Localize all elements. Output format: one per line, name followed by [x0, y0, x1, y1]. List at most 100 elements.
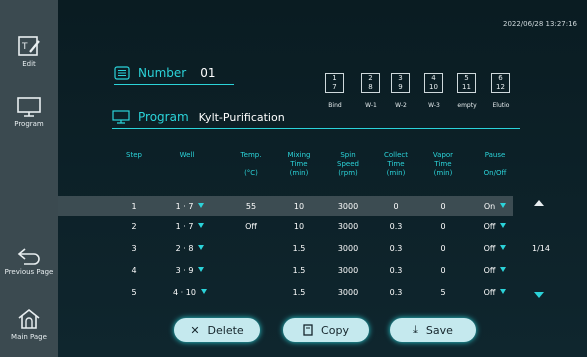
well-value: 2 · 8: [175, 244, 194, 253]
cell-step: 3: [131, 244, 137, 253]
well-label: W-2: [395, 102, 407, 109]
header-mixing-time: Mixing Time (min): [281, 151, 317, 178]
cell-pause[interactable]: Off: [472, 266, 518, 275]
cell-well[interactable]: 4 · 10: [160, 288, 220, 297]
well-label: Bind: [328, 102, 342, 109]
pause-value: Off: [483, 266, 496, 275]
datetime: 2022/06/28 13:27:16: [502, 20, 577, 28]
cell-well[interactable]: 3 · 9: [160, 266, 220, 275]
cell-mixing-time[interactable]: 1.5: [281, 288, 317, 297]
well-value: 3 · 9: [175, 266, 194, 275]
cell-vapor-time[interactable]: 0: [425, 202, 461, 211]
dropdown-arrow-icon: [198, 203, 205, 208]
copy-label: Copy: [321, 323, 349, 337]
dropdown-arrow-icon: [500, 267, 507, 272]
well-value: 4 · 10: [173, 288, 196, 297]
cell-vapor-time[interactable]: 0: [425, 244, 461, 253]
well-bottom: 8: [368, 83, 373, 91]
dropdown-arrow-icon: [198, 267, 205, 272]
cell-collect-time[interactable]: 0: [378, 202, 414, 211]
cell-well[interactable]: 1 · 7: [160, 222, 220, 231]
well-top: 4: [431, 74, 436, 82]
nav-program[interactable]: Program: [0, 96, 58, 129]
nav-main-page[interactable]: Main Page: [0, 307, 58, 342]
cell-vapor-time[interactable]: 0: [425, 266, 461, 275]
cell-pause[interactable]: Off: [472, 222, 518, 231]
cell-pause[interactable]: On: [472, 202, 518, 211]
well-box: 1 7: [325, 73, 344, 93]
cell-mixing-time[interactable]: 10: [281, 202, 317, 211]
cell-pause[interactable]: Off: [472, 244, 518, 253]
well-bottom: 7: [332, 83, 337, 91]
nav-previous-label: Previous Page: [4, 268, 54, 276]
well-bottom: 11: [462, 83, 471, 91]
back-arrow-icon: [17, 248, 40, 265]
list-icon: [114, 66, 130, 80]
well-top: 2: [368, 74, 373, 82]
save-label: Save: [425, 323, 453, 337]
header-line: Time: [290, 160, 308, 168]
well-box: 2 8: [361, 73, 380, 93]
cell-step: 5: [131, 288, 137, 297]
cell-step: 1: [131, 202, 137, 211]
cell-spin-speed[interactable]: 3000: [330, 266, 366, 275]
well-label: W-1: [365, 102, 377, 109]
nav-previous-page[interactable]: Previous Page: [0, 246, 58, 277]
well-label: W-3: [428, 102, 440, 109]
save-button[interactable]: ⤓ Save: [390, 318, 476, 342]
header-vapor-time: Vapor Time (min): [425, 151, 461, 178]
scroll-down-arrow-icon[interactable]: [534, 292, 544, 298]
dropdown-arrow-icon: [500, 203, 507, 208]
cell-vapor-time[interactable]: 0: [425, 222, 461, 231]
cell-vapor-time[interactable]: 5: [425, 288, 461, 297]
well-top: 3: [398, 74, 403, 82]
cell-spin-speed[interactable]: 3000: [330, 288, 366, 297]
dropdown-arrow-icon: [500, 245, 507, 250]
delete-button[interactable]: ✕ Delete: [174, 318, 260, 342]
header-line: Step: [126, 151, 142, 159]
cell-collect-time[interactable]: 0.3: [378, 266, 414, 275]
cell-mixing-time[interactable]: 1.5: [281, 244, 317, 253]
cell-temp[interactable]: 55: [233, 202, 269, 211]
program-label: Program: [138, 110, 189, 124]
header-line: Vapor: [432, 151, 454, 159]
cell-collect-time[interactable]: 0.3: [378, 244, 414, 253]
dropdown-arrow-icon: [500, 223, 507, 228]
header-line: [475, 160, 515, 169]
cell-spin-speed[interactable]: 3000: [330, 244, 366, 253]
cell-collect-time[interactable]: 0.3: [378, 288, 414, 297]
header-collect-time: Collect Time (min): [378, 151, 414, 178]
well-top: 5: [464, 74, 469, 82]
cell-mixing-time[interactable]: 1.5: [281, 266, 317, 275]
copy-button[interactable]: Copy: [283, 318, 369, 342]
well-label: Elutio: [492, 102, 510, 109]
well-bottom: 10: [429, 83, 438, 91]
cell-spin-speed[interactable]: 3000: [330, 202, 366, 211]
cell-pause[interactable]: Off: [472, 288, 518, 297]
well-top: 1: [332, 74, 337, 82]
cell-collect-time[interactable]: 0.3: [378, 222, 414, 231]
header-well: Well: [172, 151, 202, 160]
edit-icon: T: [18, 36, 40, 56]
scroll-up-arrow-icon[interactable]: [534, 200, 544, 206]
svg-text:T: T: [21, 42, 28, 52]
cell-well[interactable]: 2 · 8: [160, 244, 220, 253]
number-value[interactable]: 01: [200, 66, 215, 80]
number-row: Number 01: [114, 66, 216, 80]
well-box: 5 11: [457, 73, 476, 93]
nav-main-label: Main Page: [11, 333, 47, 341]
header-line: On/Off: [483, 169, 507, 177]
main-panel: [58, 0, 587, 357]
nav-program-label: Program: [14, 120, 44, 128]
header-temp: Temp. (°C): [233, 151, 269, 178]
pause-value: On: [483, 202, 496, 211]
header-pause: Pause On/Off: [475, 151, 515, 178]
cell-well[interactable]: 1 · 7: [160, 202, 220, 211]
cell-spin-speed[interactable]: 3000: [330, 222, 366, 231]
program-value[interactable]: Kylt-Purification: [199, 111, 285, 124]
header-line: (min): [433, 169, 453, 177]
cell-mixing-time[interactable]: 10: [281, 222, 317, 231]
header-line: Collect: [384, 151, 408, 159]
cell-temp[interactable]: Off: [233, 222, 269, 231]
nav-edit[interactable]: T Edit: [0, 34, 58, 69]
